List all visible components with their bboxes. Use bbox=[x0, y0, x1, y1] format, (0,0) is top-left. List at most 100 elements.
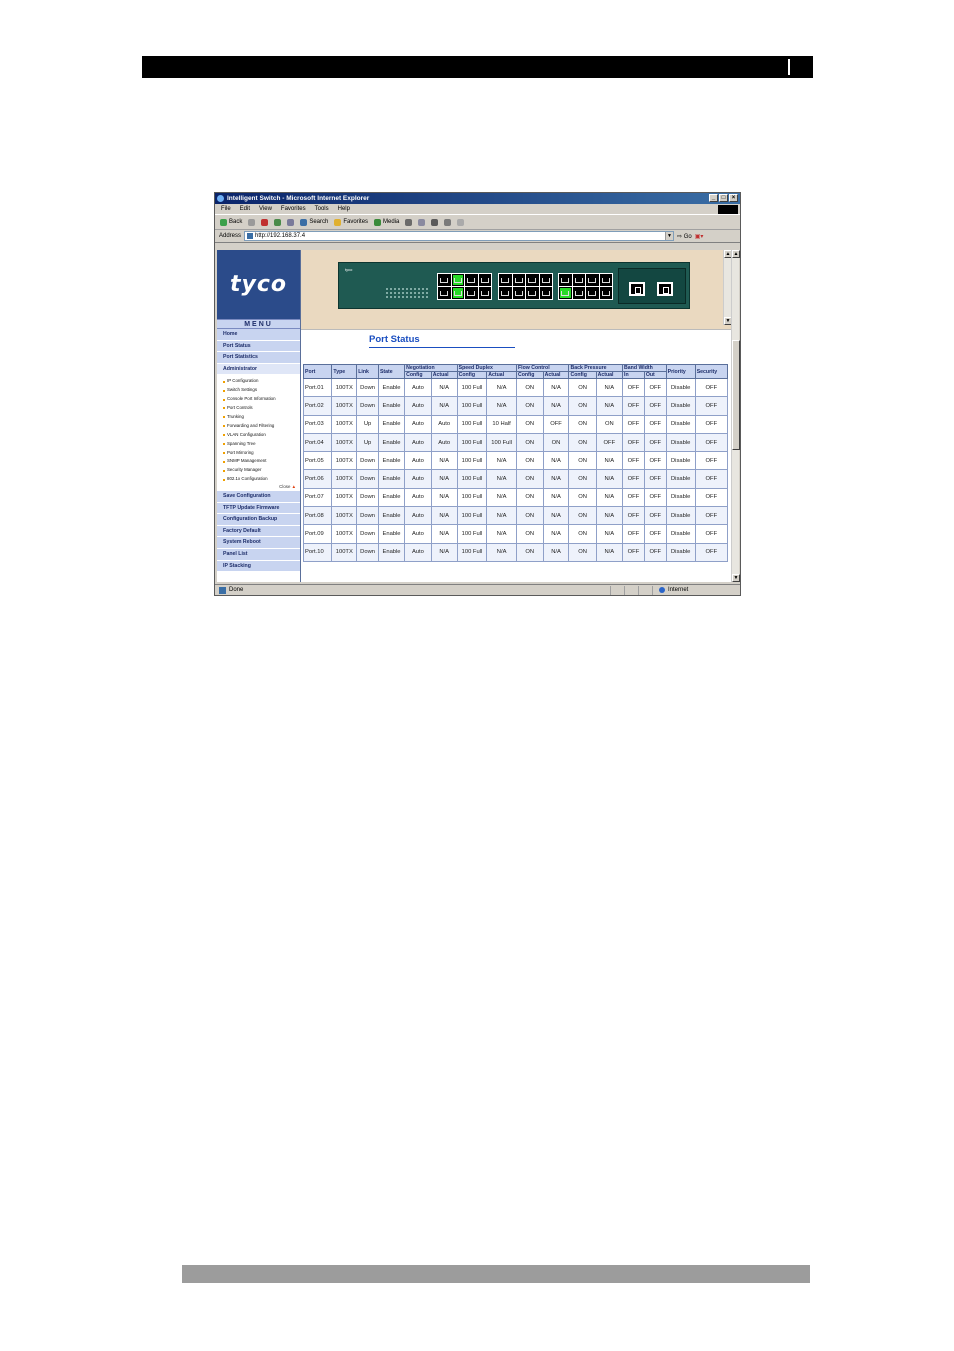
scroll-up-button[interactable]: ▲ bbox=[732, 250, 740, 258]
menu-tools[interactable]: Tools bbox=[315, 206, 329, 212]
port-17[interactable] bbox=[559, 287, 572, 299]
port-20[interactable] bbox=[572, 274, 585, 286]
media-button[interactable]: Media bbox=[374, 218, 399, 226]
sidebar-item-tftp-update-firmware[interactable]: TFTP Update Firmware bbox=[217, 502, 300, 515]
cell-sd-cfg: 100 Full bbox=[456, 506, 488, 526]
cell-neg-act: Auto bbox=[430, 432, 458, 453]
port-6[interactable] bbox=[465, 274, 478, 286]
cell-sd-act: 10 Half bbox=[486, 414, 517, 434]
port-18[interactable] bbox=[559, 274, 572, 286]
port-14[interactable] bbox=[526, 274, 539, 286]
submenu-trunking[interactable]: Trunking bbox=[223, 413, 300, 422]
address-dropdown[interactable]: ▼ bbox=[665, 232, 674, 240]
minimize-button[interactable]: _ bbox=[709, 194, 718, 202]
header-bp-actual: Actual bbox=[595, 371, 624, 379]
bullet-icon bbox=[223, 434, 225, 437]
stop-button[interactable] bbox=[261, 218, 269, 226]
links-icon[interactable]: ▣▾ bbox=[695, 233, 704, 240]
cell-fc-cfg: ON bbox=[515, 542, 544, 562]
banner-scrollbar[interactable]: ▲ ▼ bbox=[723, 250, 731, 325]
cell-bp-cfg: ON bbox=[568, 414, 597, 434]
port-5[interactable] bbox=[465, 287, 478, 299]
scroll-down-button[interactable]: ▼ bbox=[724, 317, 731, 325]
sidebar-item-port-status[interactable]: Port Status bbox=[217, 340, 300, 353]
port-22[interactable] bbox=[586, 274, 599, 286]
port-7[interactable] bbox=[478, 287, 491, 299]
print-icon bbox=[431, 218, 439, 226]
switch-front-panel: tyco bbox=[338, 262, 690, 309]
forward-button[interactable] bbox=[248, 218, 256, 226]
port-9[interactable] bbox=[499, 287, 512, 299]
sidebar-item-administrator[interactable]: Administrator bbox=[217, 363, 300, 376]
port-4[interactable] bbox=[451, 274, 464, 286]
back-button[interactable]: Back bbox=[220, 218, 242, 226]
header-state: State bbox=[377, 364, 406, 379]
port-26[interactable] bbox=[657, 282, 673, 296]
maximize-button[interactable]: □ bbox=[719, 194, 728, 202]
sidebar-item-system-reboot[interactable]: System Reboot bbox=[217, 537, 300, 550]
port-13[interactable] bbox=[526, 287, 539, 299]
home-button[interactable] bbox=[287, 218, 295, 226]
scroll-up-button[interactable]: ▲ bbox=[724, 250, 731, 258]
go-button[interactable]: ⇨ Go bbox=[677, 233, 692, 240]
submenu-switch-settings[interactable]: Switch Settings bbox=[223, 386, 300, 395]
menu-edit[interactable]: Edit bbox=[240, 206, 250, 212]
cell-bw-out: OFF bbox=[643, 377, 667, 398]
port-1[interactable] bbox=[438, 287, 451, 299]
sidebar-item-factory-default[interactable]: Factory Default bbox=[217, 525, 300, 538]
close-button[interactable]: × bbox=[729, 194, 738, 202]
port-25[interactable] bbox=[629, 282, 645, 296]
close-submenu-link[interactable]: Close ▲ bbox=[223, 484, 300, 490]
port-16[interactable] bbox=[539, 274, 552, 286]
port-19[interactable] bbox=[572, 287, 585, 299]
port-23[interactable] bbox=[599, 287, 612, 299]
scroll-thumb[interactable] bbox=[732, 340, 740, 450]
discuss-button[interactable] bbox=[457, 218, 465, 226]
search-button[interactable]: Search bbox=[300, 218, 328, 226]
sidebar-item-panel-list[interactable]: Panel List bbox=[217, 549, 300, 561]
port-15[interactable] bbox=[539, 287, 552, 299]
history-button[interactable] bbox=[405, 218, 413, 226]
port-10[interactable] bbox=[499, 274, 512, 286]
menu-favorites[interactable]: Favorites bbox=[281, 206, 306, 212]
port-8[interactable] bbox=[478, 274, 491, 286]
bullet-icon bbox=[223, 425, 225, 428]
submenu-ip-configuration[interactable]: IP Configuration bbox=[223, 377, 300, 386]
sidebar-item-configuration-backup[interactable]: Configuration Backup bbox=[217, 514, 300, 526]
submenu-console-port-information[interactable]: Console Port Information bbox=[223, 395, 300, 404]
sidebar-item-home[interactable]: Home bbox=[217, 329, 300, 341]
menu-file[interactable]: File bbox=[221, 206, 231, 212]
submenu-spanning-tree[interactable]: Spanning Tree bbox=[223, 440, 300, 449]
sidebar-item-port-statistics[interactable]: Port Statistics bbox=[217, 352, 300, 364]
refresh-button[interactable] bbox=[274, 218, 282, 226]
port-24[interactable] bbox=[599, 274, 612, 286]
submenu-vlan-configuration[interactable]: VLAN Configuration bbox=[223, 431, 300, 440]
menu-view[interactable]: View bbox=[259, 206, 272, 212]
print-button[interactable] bbox=[431, 218, 439, 226]
header-bw-in: In bbox=[622, 371, 645, 379]
edit-button[interactable] bbox=[444, 218, 452, 226]
mail-button[interactable] bbox=[418, 218, 426, 226]
port-2[interactable] bbox=[438, 274, 451, 286]
cell-sd-act: N/A bbox=[486, 451, 517, 471]
table-row: Port.04 100TX Up Enable Auto Auto 100 Full 100 … bbox=[302, 432, 729, 453]
favorites-button[interactable]: Favorites bbox=[334, 218, 368, 226]
port-12[interactable] bbox=[512, 274, 525, 286]
sidebar-item-ip-stacking[interactable]: IP Stacking bbox=[217, 560, 300, 573]
sidebar-item-save-configuration[interactable]: Save Configuration bbox=[217, 491, 300, 503]
submenu-security-manager[interactable]: Security Manager bbox=[223, 466, 300, 475]
submenu-8021x-configuration[interactable]: 802.1x Configuration bbox=[223, 475, 300, 484]
cell-type: 100TX bbox=[331, 396, 358, 416]
submenu-forwarding-filtering[interactable]: Forwarding and Filtering bbox=[223, 422, 300, 431]
menu-help[interactable]: Help bbox=[338, 206, 350, 212]
cell-bp-cfg: ON bbox=[568, 432, 597, 453]
submenu-snmp-management[interactable]: SNMP Management bbox=[223, 457, 300, 466]
address-input[interactable]: http://192.168.37.4 ▼ bbox=[244, 231, 675, 241]
submenu-port-controls[interactable]: Port Controls bbox=[223, 404, 300, 413]
submenu-port-mirroring[interactable]: Port Mirroring bbox=[223, 449, 300, 458]
port-21[interactable] bbox=[586, 287, 599, 299]
port-3[interactable] bbox=[451, 287, 464, 299]
port-11[interactable] bbox=[512, 287, 525, 299]
page-scrollbar[interactable]: ▲ ▼ bbox=[731, 250, 740, 582]
scroll-down-button[interactable]: ▼ bbox=[732, 574, 740, 582]
